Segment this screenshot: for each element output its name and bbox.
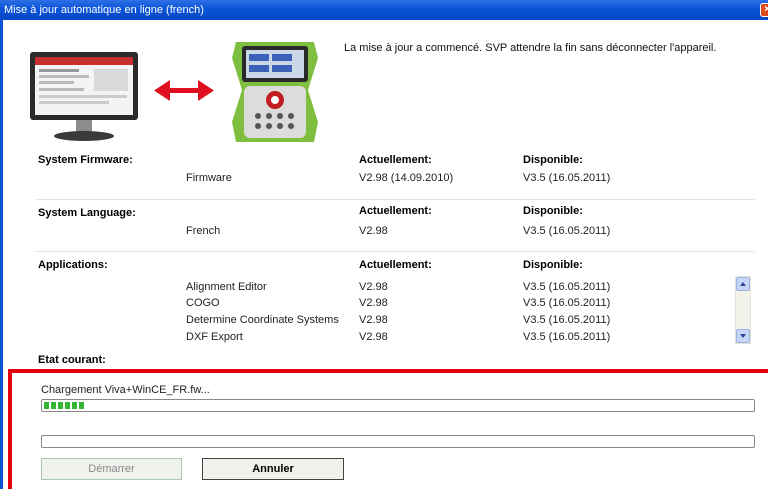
- firmware-available-header: Disponible:: [523, 154, 583, 166]
- app-available: V3.5 (16.05.2011): [523, 331, 611, 343]
- close-icon[interactable]: ×: [760, 3, 768, 17]
- scroll-up-icon[interactable]: [736, 277, 750, 291]
- loading-text: Chargement Viva+WinCE_FR.fw...: [41, 384, 210, 396]
- overall-progress-bar: [41, 435, 755, 448]
- file-progress-bar: [41, 399, 755, 412]
- applications-current-header: Actuellement:: [359, 259, 432, 271]
- app-available: V3.5 (16.05.2011): [523, 314, 611, 326]
- scroll-down-icon[interactable]: [736, 329, 750, 343]
- window-title: Mise à jour automatique en ligne (french…: [4, 4, 204, 16]
- double-arrow-icon: [154, 80, 214, 101]
- file-progress-fill: [44, 402, 86, 409]
- applications-available-header: Disponible:: [523, 259, 583, 271]
- app-current: V2.98: [359, 331, 388, 343]
- app-name: COGO: [186, 297, 220, 309]
- title-bar[interactable]: Mise à jour automatique en ligne (french…: [0, 0, 768, 20]
- language-name: French: [186, 225, 221, 237]
- app-available: V3.5 (16.05.2011): [523, 281, 611, 293]
- divider: [36, 199, 755, 200]
- cancel-button[interactable]: Annuler: [202, 458, 344, 480]
- connection-illustration: [30, 42, 318, 142]
- language-available-header: Disponible:: [523, 205, 583, 217]
- start-button[interactable]: Démarrer: [41, 458, 182, 480]
- firmware-current: V2.98 (14.09.2010): [359, 172, 454, 184]
- divider: [36, 251, 755, 252]
- app-name: Alignment Editor: [186, 281, 267, 293]
- handheld-device-icon: [232, 42, 318, 142]
- firmware-name: Firmware: [186, 172, 232, 184]
- applications-scrollbar[interactable]: [735, 276, 751, 344]
- update-dialog: Mise à jour automatique en ligne (french…: [0, 0, 768, 489]
- window-border-left: [0, 20, 3, 489]
- app-name: DXF Export: [186, 331, 243, 343]
- app-available: V3.5 (16.05.2011): [523, 297, 611, 309]
- status-message: La mise à jour a commencé. SVP attendre …: [344, 42, 717, 54]
- firmware-current-header: Actuellement:: [359, 154, 432, 166]
- firmware-available: V3.5 (16.05.2011): [523, 172, 611, 184]
- app-current: V2.98: [359, 314, 388, 326]
- app-current: V2.98: [359, 281, 388, 293]
- firmware-header: System Firmware:: [38, 154, 133, 166]
- language-header: System Language:: [38, 207, 136, 219]
- app-current: V2.98: [359, 297, 388, 309]
- applications-header: Applications:: [38, 259, 108, 271]
- current-state-header: Etat courant:: [38, 354, 106, 366]
- monitor-icon: [30, 52, 138, 141]
- language-current-header: Actuellement:: [359, 205, 432, 217]
- language-available: V3.5 (16.05.2011): [523, 225, 611, 237]
- app-name: Determine Coordinate Systems: [186, 314, 339, 326]
- language-current: V2.98: [359, 225, 388, 237]
